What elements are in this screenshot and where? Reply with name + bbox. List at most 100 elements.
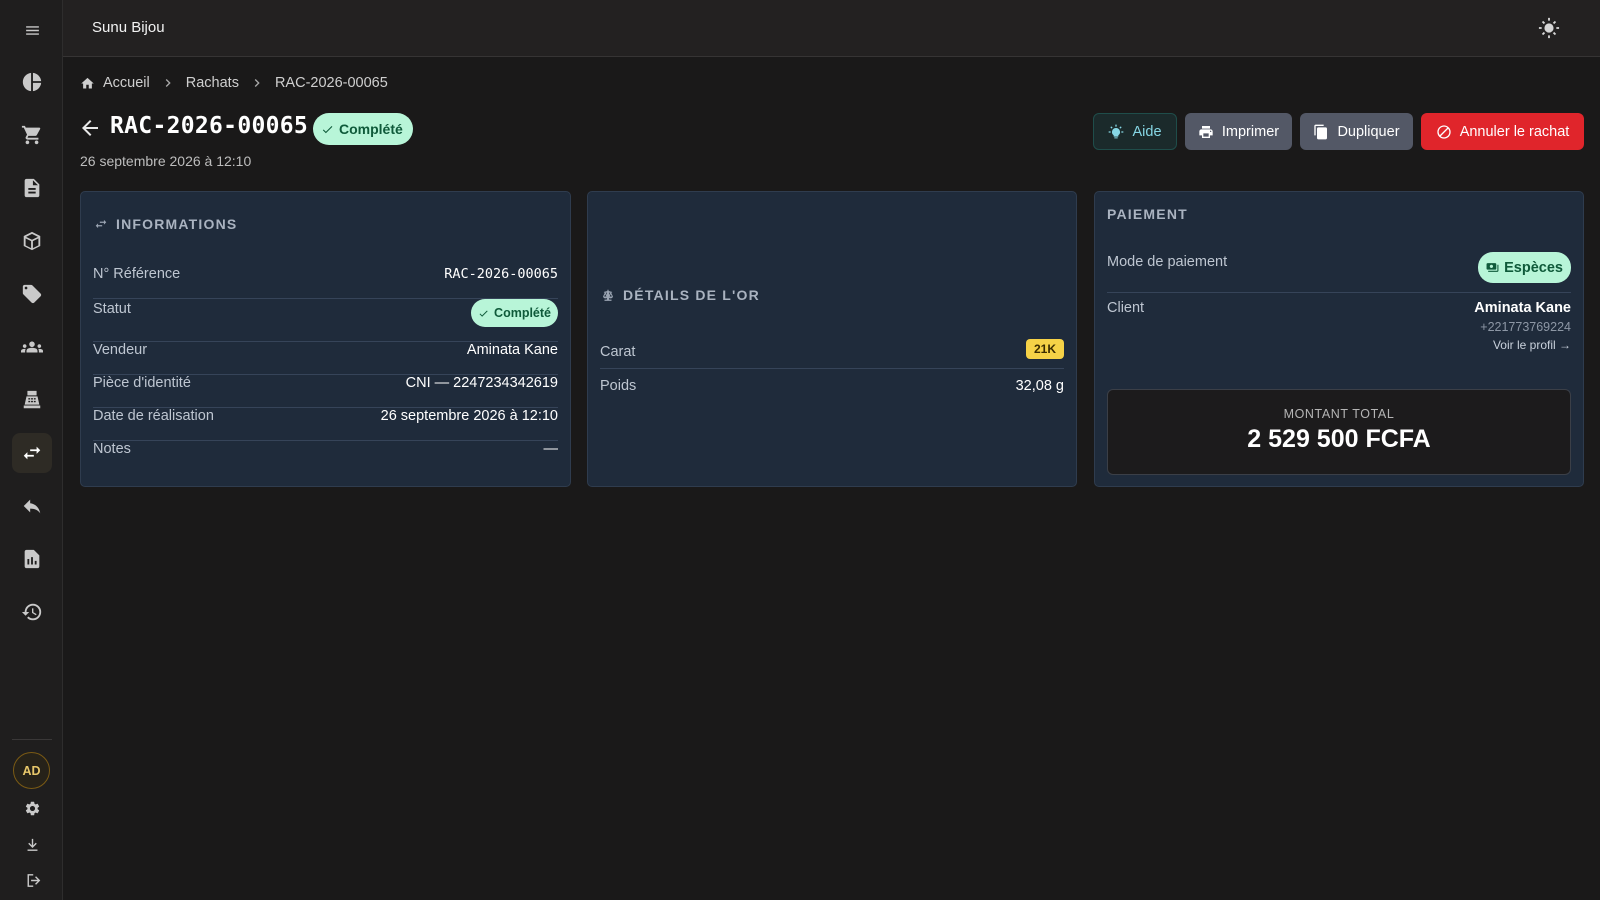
document-icon [24, 178, 40, 198]
breadcrumb-rachats[interactable]: Rachats [186, 75, 239, 91]
client-name: Aminata Kane [1474, 300, 1571, 316]
info-row-notes: Notes — [93, 441, 558, 474]
payment-mode-badge: Espèces [1478, 252, 1571, 283]
view-profile-link[interactable]: Voir le profil → [1474, 338, 1571, 352]
gold-details-card-title: DÉTAILS DE L'OR [623, 287, 760, 303]
report-icon [24, 549, 40, 569]
sidebar-divider [12, 739, 52, 740]
logout-button[interactable] [12, 860, 52, 900]
cube-icon [23, 231, 41, 251]
info-row-value: — [543, 441, 559, 457]
tag-icon [22, 284, 42, 304]
sidebar: AD [0, 0, 63, 900]
avatar[interactable]: AD [13, 752, 50, 789]
download-icon [27, 838, 37, 851]
copy-icon [1314, 124, 1328, 139]
gear-icon [25, 801, 39, 815]
info-row-reference: N° Référence RAC-2026-00065 [93, 266, 558, 299]
status-badge: Complété [313, 113, 413, 145]
print-button[interactable]: Imprimer [1185, 113, 1292, 150]
status-badge-label: Complété [494, 306, 551, 320]
logout-icon [27, 873, 40, 887]
printer-icon [1199, 125, 1213, 138]
breadcrumb-home-label: Accueil [103, 75, 150, 91]
info-row-value: CNI — 2247234342619 [405, 375, 558, 391]
breadcrumb-home[interactable]: Accueil [80, 75, 150, 91]
settings-button[interactable] [12, 788, 52, 828]
duplicate-button[interactable]: Dupliquer [1300, 113, 1413, 150]
informations-card-header: INFORMATIONS [94, 216, 237, 232]
gold-row-carat: Carat 21K [600, 336, 1064, 369]
carat-badge: 21K [1025, 339, 1064, 359]
gold-details-card-header: DÉTAILS DE L'OR [601, 287, 760, 303]
gold-row-label: Carat [600, 344, 636, 360]
gold-row-value: 32,08 g [1015, 378, 1064, 394]
sidebar-item-sales[interactable] [12, 115, 52, 155]
sidebar-item-documents[interactable] [12, 168, 52, 208]
gold-details-card: DÉTAILS DE L'OR Carat 21K Poids 32,08 g [587, 191, 1077, 487]
sidebar-item-returns[interactable] [12, 486, 52, 526]
sidebar-item-rachats[interactable] [12, 433, 52, 473]
page-date: 26 septembre 2026 à 12:10 [80, 153, 252, 169]
payment-mode-label: Espèces [1504, 259, 1563, 276]
informations-card-title: INFORMATIONS [116, 216, 238, 232]
arrow-left-icon [82, 120, 98, 136]
payment-card-header: PAIEMENT [1107, 206, 1188, 222]
breadcrumb: Accueil Rachats RAC-2026-00065 [80, 73, 388, 93]
cash-icon [1486, 263, 1499, 272]
cart-icon [21, 125, 41, 145]
info-row-date: Date de réalisation 26 septembre 2026 à … [93, 408, 558, 441]
payment-row-client: Client Aminata Kane +221773769224 Voir l… [1107, 300, 1571, 370]
cancel-buyback-button[interactable]: Annuler le rachat [1421, 113, 1584, 150]
info-row-label: Notes [93, 441, 131, 457]
gold-row-label: Poids [600, 378, 637, 394]
informations-card: INFORMATIONS N° Référence RAC-2026-00065… [80, 191, 571, 487]
info-row-seller: Vendeur Aminata Kane [93, 342, 558, 375]
theme-toggle-button[interactable] [1538, 17, 1560, 39]
download-button[interactable] [12, 824, 52, 864]
info-row-id-document: Pièce d'identité CNI — 2247234342619 [93, 375, 558, 408]
sidebar-item-products[interactable] [12, 221, 52, 261]
undo-icon [23, 499, 41, 514]
payment-row-label: Client [1107, 300, 1145, 316]
status-badge-label: Complété [339, 121, 403, 137]
sidebar-item-dashboard[interactable] [12, 62, 52, 102]
menu-button[interactable] [12, 10, 52, 50]
cancel-buyback-button-label: Annuler le rachat [1459, 123, 1570, 140]
top-bar: Sunu Bijou [63, 0, 1600, 57]
block-icon [1437, 124, 1451, 139]
sidebar-item-clients[interactable] [12, 327, 52, 367]
home-icon [81, 77, 94, 88]
help-button-label: Aide [1132, 123, 1162, 140]
client-phone: +221773769224 [1480, 320, 1571, 334]
info-row-status: Statut Complété [93, 299, 558, 342]
users-icon [21, 341, 43, 353]
sidebar-item-tags[interactable] [12, 274, 52, 314]
page-title: RAC-2026-00065 [110, 113, 309, 139]
payment-row-label: Mode de paiement [1107, 254, 1228, 270]
info-row-label: Date de réalisation [93, 408, 214, 424]
client-info: Aminata Kane +221773769224 Voir le profi… [1474, 300, 1571, 352]
info-row-value: RAC-2026-00065 [444, 266, 558, 282]
sidebar-item-history[interactable] [12, 592, 52, 632]
print-button-label: Imprimer [1221, 123, 1280, 140]
total-amount-value: 2 529 500 FCFA [1247, 425, 1431, 453]
back-button[interactable] [78, 116, 102, 140]
help-button[interactable]: Aide [1093, 113, 1177, 150]
sun-icon [1538, 17, 1560, 39]
total-amount-box: MONTANT TOTAL 2 529 500 FCFA [1107, 389, 1571, 475]
sidebar-item-cash-register[interactable] [12, 380, 52, 420]
pie-chart-icon [22, 72, 42, 92]
cash-register-icon [23, 390, 41, 409]
sidebar-item-reports[interactable] [12, 539, 52, 579]
swap-icon [95, 219, 107, 229]
gold-row-weight: Poids 32,08 g [600, 378, 1064, 408]
info-row-label: Vendeur [93, 342, 148, 358]
menu-icon [25, 25, 39, 35]
app-title: Sunu Bijou [92, 19, 165, 36]
swap-icon [23, 446, 41, 460]
status-badge: Complété [471, 299, 558, 327]
payment-row-mode: Mode de paiement Espèces [1107, 252, 1571, 293]
total-amount-label: MONTANT TOTAL [1283, 407, 1395, 421]
scale-icon [603, 289, 613, 301]
